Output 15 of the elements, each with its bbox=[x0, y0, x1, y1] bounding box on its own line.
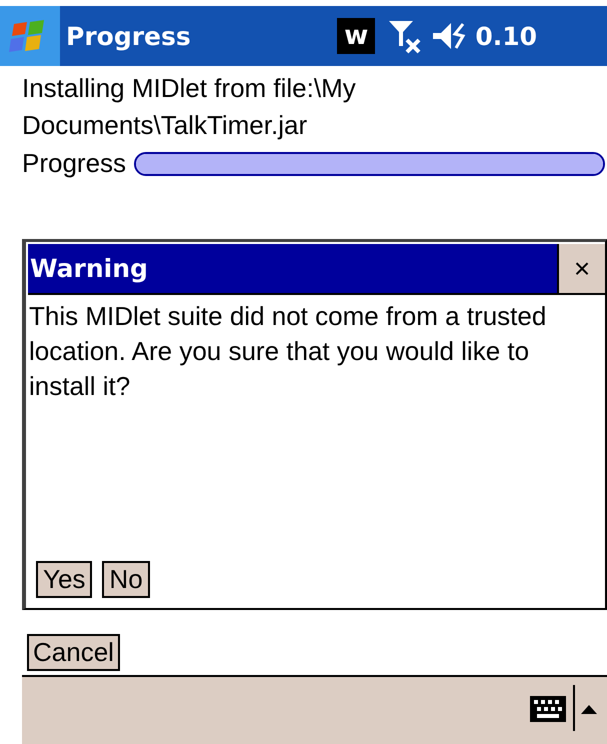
cancel-button[interactable]: Cancel bbox=[27, 634, 120, 671]
progress-label: Progress bbox=[22, 148, 126, 179]
window-title: Progress bbox=[66, 22, 192, 50]
close-button[interactable]: × bbox=[557, 244, 605, 293]
w-badge[interactable]: w bbox=[337, 18, 376, 54]
install-message: Installing MIDlet from file:\My Documents\TalkTimer.jar bbox=[22, 72, 357, 142]
keyboard-icon[interactable] bbox=[529, 694, 567, 722]
dialog-title: Warning bbox=[29, 253, 149, 285]
speaker-icon[interactable] bbox=[431, 21, 468, 51]
dialog-button[interactable]: Yes bbox=[36, 561, 92, 598]
up-arrow-icon[interactable] bbox=[581, 704, 597, 714]
dialog-button[interactable]: No bbox=[102, 561, 150, 598]
start-logo-icon[interactable] bbox=[0, 6, 60, 66]
dialog-message: This MIDlet suite did not come from a trusted location. Are you sure that you would like to install it? bbox=[28, 300, 548, 403]
clock[interactable]: 0.10 bbox=[475, 22, 537, 50]
